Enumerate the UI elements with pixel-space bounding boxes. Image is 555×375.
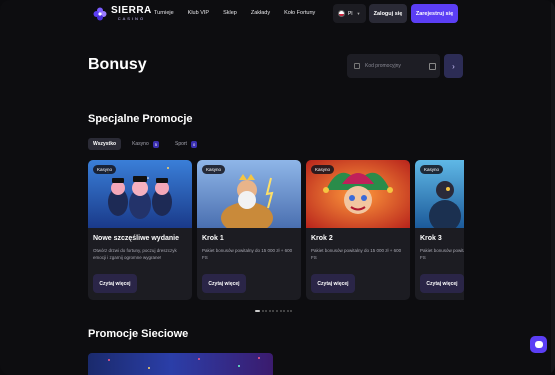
nav-more-icon[interactable]: ··· — [305, 9, 314, 15]
read-more-button[interactable]: Czytaj więcej — [311, 274, 355, 293]
login-button[interactable]: Zaloguj się — [369, 4, 407, 23]
pagination-dot[interactable] — [275, 310, 278, 312]
register-button[interactable]: Zarejestruj się — [411, 4, 458, 23]
sierra-casino-logo[interactable]: SIERRA CASINO — [93, 6, 152, 21]
tab-label: Wszystko — [93, 141, 117, 147]
tab-label: Kasyno — [132, 141, 149, 147]
card-title: Krok 1 — [202, 235, 224, 242]
pagination-dot[interactable] — [272, 310, 275, 312]
language-code: Pl — [348, 10, 353, 17]
card-description: Pakiet bonusów powitalny do 15 000 zł + … — [202, 248, 293, 260]
top-header: SIERRA CASINO Turnieje Klub VIP Sklep Za… — [0, 0, 555, 28]
nav-turnieje[interactable]: Turnieje — [154, 10, 174, 16]
network-promo-banner[interactable] — [88, 353, 273, 375]
promo-filter-tabs: Wszystko Kasyno 5 Sport 0 — [88, 138, 208, 150]
promo-card[interactable]: Kasyno Krok 1 Pakiet bonusów powitalny d… — [197, 160, 301, 300]
promo-code-input[interactable]: Kod promocyjny — [347, 54, 440, 78]
category-badge: Kasyno — [311, 165, 335, 174]
poland-flag-icon — [338, 10, 345, 17]
tab-count-badge: 0 — [190, 140, 198, 148]
pagination-dot[interactable] — [265, 310, 268, 312]
language-selector[interactable]: Pl ▼ — [333, 4, 366, 23]
category-badge: Kasyno — [202, 165, 226, 174]
pagination-dot[interactable] — [283, 310, 286, 312]
tab-label: Sport — [174, 141, 187, 147]
ticket-icon — [354, 63, 360, 69]
network-promotions-title: Promocje Sieciowe — [88, 328, 189, 340]
read-more-button[interactable]: Czytaj więcej — [202, 274, 246, 293]
brand-name: SIERRA — [111, 5, 152, 16]
live-chat-button[interactable] — [530, 336, 547, 353]
nav-klub-vip[interactable]: Klub VIP — [188, 10, 209, 16]
chevron-right-icon: › — [452, 61, 455, 71]
card-description: Otwórz drzwi do fortuny, poczuj dreszczy… — [93, 248, 177, 260]
special-promotions-title: Specjalne Promocje — [88, 113, 193, 125]
tab-sport[interactable]: Sport 0 — [170, 138, 202, 150]
card-description: Pakiet bonusów powitalny do 15 000 zł + … — [420, 248, 464, 260]
chevron-down-icon: ▼ — [356, 11, 361, 16]
flower-logo-icon — [93, 7, 107, 21]
promo-card[interactable]: Kasyno Krok 3 Pakiet bonusów powitalny d… — [415, 160, 464, 300]
category-badge: Kasyno — [420, 165, 444, 174]
read-more-button[interactable]: Czytaj więcej — [420, 274, 464, 293]
brand-sub: CASINO — [117, 16, 146, 21]
nav-zaklady[interactable]: Zakłady — [251, 10, 270, 16]
page-title: Bonusy — [88, 56, 147, 73]
carousel-pagination — [255, 310, 294, 312]
read-more-button[interactable]: Czytaj więcej — [93, 274, 137, 293]
promo-code-placeholder: Kod promocyjny — [365, 63, 401, 69]
bonuses-page: SIERRA CASINO Turnieje Klub VIP Sklep Za… — [0, 0, 555, 375]
pagination-dot[interactable] — [286, 310, 289, 312]
card-title: Krok 3 — [420, 235, 442, 242]
chat-bubble-icon — [534, 341, 543, 348]
category-badge: Kasyno — [93, 165, 117, 174]
tab-casino[interactable]: Kasyno 5 — [127, 138, 164, 150]
card-description: Pakiet bonusów powitalny do 15 000 zł + … — [311, 248, 402, 260]
promo-card[interactable]: Kasyno Nowe szczęśliwe wydanie Otwórz dr… — [88, 160, 192, 300]
tab-count-badge: 5 — [152, 140, 159, 148]
card-title: Krok 2 — [311, 235, 333, 242]
pagination-dot[interactable] — [255, 310, 260, 312]
pagination-dot[interactable] — [290, 310, 293, 312]
paste-icon[interactable] — [429, 62, 436, 70]
pagination-dot[interactable] — [261, 310, 264, 312]
promo-carousel: Kasyno Nowe szczęśliwe wydanie Otwórz dr… — [88, 160, 464, 300]
tab-all[interactable]: Wszystko — [88, 138, 122, 150]
promo-submit-button[interactable]: › — [444, 54, 463, 78]
pagination-dot[interactable] — [268, 310, 271, 312]
pagination-dot[interactable] — [279, 310, 282, 312]
card-title: Nowe szczęśliwe wydanie — [93, 235, 179, 242]
page-scrollbar[interactable] — [551, 0, 555, 375]
nav-sklep[interactable]: Sklep — [223, 10, 237, 16]
promo-card[interactable]: Kasyno Krok 2 Pakiet bonusów powitalny d… — [306, 160, 410, 300]
main-nav: Turnieje Klub VIP Sklep Zakłady Koło For… — [154, 10, 329, 16]
